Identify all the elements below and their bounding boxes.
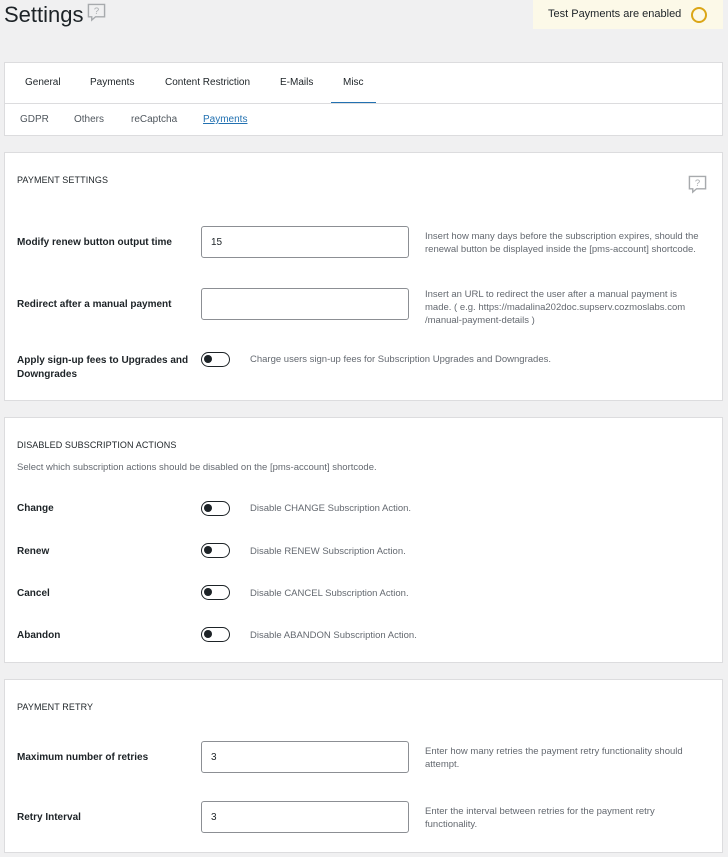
redirect-description: Insert an URL to redirect the user after… bbox=[425, 289, 686, 326]
test-payments-label: Test Payments are enabled bbox=[548, 8, 682, 20]
action-abandon-description: Disable ABANDON Subscription Action. bbox=[250, 630, 417, 641]
toggle-knob bbox=[204, 546, 212, 554]
tab-payments[interactable]: Payments bbox=[90, 77, 134, 88]
max-retries-input[interactable] bbox=[201, 741, 409, 773]
subtab-gdpr[interactable]: GDPR bbox=[20, 114, 49, 125]
action-renew-description: Disable RENEW Subscription Action. bbox=[250, 546, 406, 557]
payment-retry-card: PAYMENT RETRY Maximum number of retries … bbox=[4, 679, 723, 853]
tab-content-restriction[interactable]: Content Restriction bbox=[165, 77, 250, 88]
signup-fees-toggle[interactable] bbox=[201, 352, 230, 367]
action-abandon-label: Abandon bbox=[17, 630, 61, 641]
help-bubble-icon[interactable]: ? bbox=[87, 3, 106, 25]
section-title: PAYMENT SETTINGS bbox=[17, 175, 109, 185]
help-bubble-icon[interactable]: ? bbox=[688, 175, 707, 197]
retry-interval-input[interactable] bbox=[201, 801, 409, 833]
retry-interval-description: Enter the interval between retries for t… bbox=[425, 806, 655, 830]
section-title: DISABLED SUBSCRIPTION ACTIONS bbox=[17, 440, 177, 450]
renew-label: Modify renew button output time bbox=[17, 237, 172, 248]
subtab-others[interactable]: Others bbox=[74, 114, 104, 125]
action-change-toggle[interactable] bbox=[201, 501, 230, 516]
page-title: Settings bbox=[4, 2, 84, 27]
action-cancel-description: Disable CANCEL Subscription Action. bbox=[250, 588, 409, 599]
redirect-label: Redirect after a manual payment bbox=[17, 299, 172, 310]
svg-text:?: ? bbox=[94, 6, 99, 17]
tab-misc[interactable]: Misc bbox=[331, 77, 375, 103]
tab-general[interactable]: General bbox=[25, 77, 61, 88]
renew-description: Insert how many days before the subscrip… bbox=[425, 231, 699, 255]
action-renew-label: Renew bbox=[17, 546, 50, 557]
tab-emails[interactable]: E-Mails bbox=[280, 77, 313, 88]
warning-ring-icon bbox=[691, 7, 707, 23]
redirect-url-input[interactable] bbox=[201, 288, 409, 320]
action-cancel-toggle[interactable] bbox=[201, 585, 230, 600]
toggle-knob bbox=[204, 630, 212, 638]
action-change-description: Disable CHANGE Subscription Action. bbox=[250, 503, 412, 514]
section-title: PAYMENT RETRY bbox=[17, 702, 94, 712]
payment-settings-card: PAYMENT SETTINGS ? Modify renew button o… bbox=[4, 152, 723, 401]
disabled-actions-card: DISABLED SUBSCRIPTION ACTIONS Select whi… bbox=[4, 417, 723, 663]
signup-fees-description: Charge users sign-up fees for Subscripti… bbox=[250, 354, 551, 365]
toggle-knob bbox=[204, 504, 212, 512]
toggle-knob bbox=[204, 588, 212, 596]
max-retries-description: Enter how many retries the payment retry… bbox=[425, 746, 683, 770]
signup-fees-label: Apply sign-up fees to Upgrades and Downg… bbox=[17, 355, 189, 380]
svg-text:?: ? bbox=[695, 178, 700, 189]
section-subtitle: Select which subscription actions should… bbox=[17, 462, 377, 473]
action-cancel-label: Cancel bbox=[17, 588, 50, 599]
action-abandon-toggle[interactable] bbox=[201, 627, 230, 642]
test-payments-badge: Test Payments are enabled bbox=[533, 0, 723, 29]
subtab-recaptcha[interactable]: reCaptcha bbox=[131, 114, 177, 125]
action-change-label: Change bbox=[17, 503, 54, 514]
retry-interval-label: Retry Interval bbox=[17, 812, 81, 823]
settings-tabs: General Payments Content Restriction E-M… bbox=[4, 62, 723, 136]
main-tab-row: General Payments Content Restriction E-M… bbox=[5, 63, 722, 104]
max-retries-label: Maximum number of retries bbox=[17, 752, 149, 763]
subtab-payments[interactable]: Payments bbox=[203, 114, 247, 125]
action-renew-toggle[interactable] bbox=[201, 543, 230, 558]
renew-output-time-input[interactable] bbox=[201, 226, 409, 258]
toggle-knob bbox=[204, 355, 212, 363]
